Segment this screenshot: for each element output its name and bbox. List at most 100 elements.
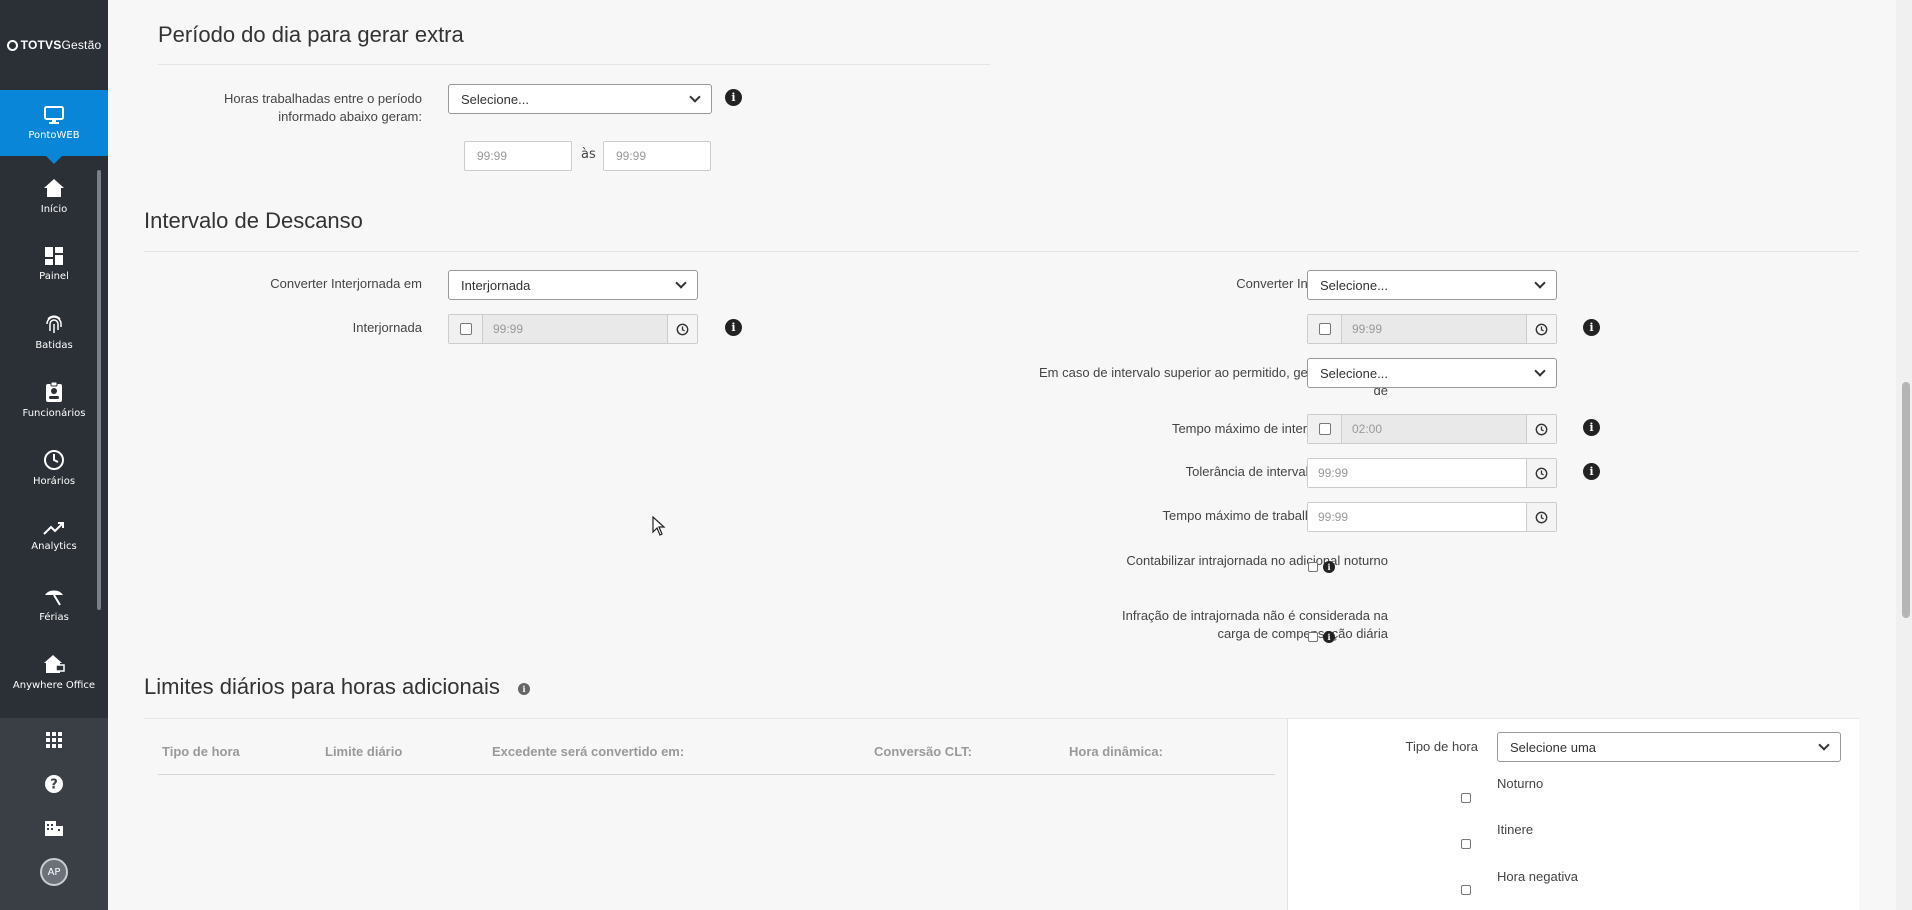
converter-interjornada-select[interactable]: Interjornada <box>448 270 698 300</box>
tempo-maximo-intervalo-field: 02:00 <box>1307 414 1557 444</box>
section-title-periodo: Período do dia para gerar extra <box>158 22 464 47</box>
avatar: AP <box>40 858 68 886</box>
periodo-label: Horas trabalhadas entre o período inform… <box>223 91 422 124</box>
converter-intrajornada-select[interactable]: Selecione... <box>1307 270 1557 300</box>
sidebar-scrollbar[interactable] <box>97 170 101 610</box>
ininterrupto-input[interactable]: 99:99 <box>1308 503 1526 531</box>
home-office-icon <box>44 655 65 673</box>
option-checkbox-noturno[interactable] <box>1461 793 1471 803</box>
infracao-intrajornada-checkbox[interactable] <box>1308 632 1318 642</box>
info-icon[interactable]: i <box>1583 319 1600 336</box>
fingerprint-icon <box>46 315 62 333</box>
tolerancia-intervalo-field: 99:99 <box>1307 458 1557 488</box>
building-icon <box>45 821 63 836</box>
sidebar: TOTVS Gestão PontoWEB Início Painel Bati… <box>0 0 108 910</box>
clock-icon <box>1535 467 1548 479</box>
interjornada-enable[interactable] <box>449 315 483 343</box>
interjornada-label: Interjornada <box>352 320 422 335</box>
column-header: Hora dinâmica: <box>1069 744 1163 759</box>
tolerancia-clock-button[interactable] <box>1526 459 1556 487</box>
checkbox[interactable] <box>1318 423 1331 435</box>
chevron-down-icon <box>689 91 701 103</box>
sidebar-bottom-tools: ? AP <box>0 718 108 910</box>
chevron-down-icon <box>1818 739 1830 751</box>
table-header-divider <box>158 774 1275 775</box>
trend-icon <box>43 522 64 535</box>
help-button[interactable]: ? <box>0 762 108 806</box>
help-icon: ? <box>45 775 63 793</box>
section-title-limites: Limites diários para horas adicionais <box>144 674 500 699</box>
info-icon[interactable]: i <box>1323 561 1335 573</box>
chevron-down-icon <box>1534 365 1546 377</box>
intervalo-superior-select[interactable]: Selecione... <box>1307 358 1557 388</box>
periodo-select[interactable]: Selecione... <box>448 84 712 114</box>
tipo-hora-select[interactable]: Selecione uma <box>1497 732 1841 762</box>
sidebar-item-horarios[interactable]: Horários <box>0 434 108 502</box>
tempo-maximo-clock-button[interactable] <box>1526 415 1556 443</box>
clock-icon <box>1535 323 1548 335</box>
sidebar-item-pontoweb[interactable]: PontoWEB <box>0 90 108 164</box>
intrajornada-field: 99:99 <box>1307 314 1557 344</box>
info-icon[interactable]: i <box>1583 419 1600 436</box>
divider <box>144 251 1859 252</box>
interjornada-input[interactable]: 99:99 <box>483 315 667 343</box>
intrajornada-clock-button[interactable] <box>1526 315 1556 343</box>
option-label-itinere: Itinere <box>1497 822 1534 837</box>
brand-logo[interactable]: TOTVS Gestão <box>0 0 108 90</box>
tempo-maximo-input[interactable]: 02:00 <box>1342 415 1526 443</box>
intrajornada-noturno-checkbox[interactable] <box>1308 562 1318 572</box>
trabalho-ininterrupto-field: 99:99 <box>1307 502 1557 532</box>
info-icon[interactable]: i <box>725 89 742 106</box>
apps-grid-icon <box>46 732 62 748</box>
interjornada-clock-button[interactable] <box>667 315 697 343</box>
clock-icon <box>1535 423 1548 435</box>
interjornada-field: 99:99 <box>448 314 698 344</box>
infracao-intrajornada-label: Infração de intrajornada não é considera… <box>1122 608 1388 641</box>
sidebar-item-anywhere-office[interactable]: Anywhere Office <box>0 638 108 706</box>
info-icon[interactable]: i <box>725 319 742 336</box>
option-label-hora-negativa: Hora negativa <box>1497 869 1578 884</box>
periodo-from-input[interactable]: 99:99 <box>464 141 572 171</box>
section-title-intervalo: Intervalo de Descanso <box>144 208 363 233</box>
column-header: Excedente será convertido em: <box>492 744 685 759</box>
tolerancia-input[interactable]: 99:99 <box>1308 459 1526 487</box>
checkbox[interactable] <box>459 323 472 335</box>
option-checkbox-itinere[interactable] <box>1461 839 1471 849</box>
sidebar-item-funcionarios[interactable]: Funcionários <box>0 366 108 434</box>
option-checkbox-hora-negativa[interactable] <box>1461 885 1471 895</box>
sidebar-item-batidas[interactable]: Batidas <box>0 298 108 366</box>
tempo-maximo-enable[interactable] <box>1308 415 1342 443</box>
column-header: Tipo de hora <box>162 744 240 759</box>
column-header: Conversão CLT: <box>874 744 972 759</box>
column-header: Limite diário <box>325 744 403 759</box>
sidebar-item-inicio[interactable]: Início <box>0 162 108 230</box>
chevron-down-icon <box>675 277 687 289</box>
ininterrupto-clock-button[interactable] <box>1526 503 1556 531</box>
converter-interjornada-label: Converter Interjornada em <box>270 276 422 291</box>
info-icon[interactable]: i <box>1583 463 1600 480</box>
periodo-to-input[interactable]: 99:99 <box>603 141 711 171</box>
sidebar-item-ferias[interactable]: Férias <box>0 570 108 638</box>
badge-icon <box>46 381 62 402</box>
monitor-icon <box>44 106 64 124</box>
chevron-down-icon <box>1534 277 1546 289</box>
mouse-cursor-icon <box>652 516 666 536</box>
user-menu[interactable]: AP <box>0 850 108 894</box>
info-icon[interactable]: i <box>1323 631 1335 643</box>
totvs-logo-icon <box>6 39 18 51</box>
periodo-separator: às <box>581 147 596 162</box>
intrajornada-enable[interactable] <box>1308 315 1342 343</box>
page-scrollbar-thumb[interactable] <box>1902 382 1910 618</box>
clock-icon <box>1535 511 1548 523</box>
info-icon[interactable]: i <box>518 683 530 695</box>
intrajornada-noturno-label: Contabilizar intrajornada no adicional n… <box>1126 553 1388 568</box>
sidebar-item-painel[interactable]: Painel <box>0 230 108 298</box>
tipo-hora-label: Tipo de hora <box>1405 739 1478 754</box>
sidebar-item-analytics[interactable]: Analytics <box>0 502 108 570</box>
checkbox[interactable] <box>1318 323 1331 335</box>
intrajornada-input[interactable]: 99:99 <box>1342 315 1526 343</box>
clock-icon <box>676 323 689 335</box>
apps-grid-button[interactable] <box>0 718 108 762</box>
company-button[interactable] <box>0 806 108 850</box>
dashboard-icon <box>45 247 63 265</box>
